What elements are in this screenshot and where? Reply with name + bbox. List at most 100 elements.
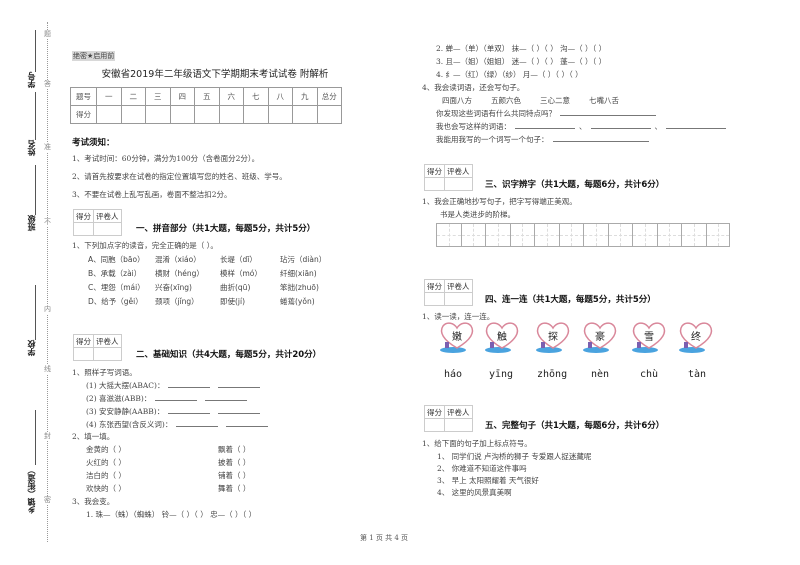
heart-character-card[interactable]: 豪 bbox=[580, 320, 620, 354]
s2-q2-right[interactable]: 铺着（ ） bbox=[218, 470, 250, 481]
grader-score-cell[interactable] bbox=[424, 177, 445, 191]
score-input-cell[interactable] bbox=[243, 105, 269, 124]
s3-question-1: 1、我会正确地抄写句子，把字写得端正美观。 bbox=[422, 197, 577, 206]
heart-character-card[interactable]: 嫩 bbox=[437, 320, 477, 354]
heart-character-card[interactable]: 终 bbox=[676, 320, 716, 354]
binding-char: 准 bbox=[43, 143, 52, 152]
score-input-cell[interactable] bbox=[120, 105, 146, 124]
score-input-cell[interactable] bbox=[169, 105, 195, 124]
answer-blank[interactable] bbox=[666, 121, 726, 129]
grader-score-cell[interactable] bbox=[424, 418, 445, 432]
grader-name-cell[interactable] bbox=[93, 222, 122, 236]
grader-score-cell[interactable] bbox=[424, 292, 445, 306]
writing-grid-cell[interactable] bbox=[436, 223, 461, 247]
writing-grid[interactable] bbox=[436, 223, 730, 247]
grader-name-cell[interactable] bbox=[444, 292, 473, 306]
answer-blank[interactable] bbox=[205, 393, 248, 401]
score-input-cell[interactable] bbox=[145, 105, 171, 124]
s1-option-d3: 即使(jí) bbox=[220, 297, 246, 306]
secret-mark: 绝密★启用前 bbox=[72, 51, 116, 61]
pinyin-option[interactable]: nèn bbox=[591, 369, 609, 380]
score-input-cell[interactable] bbox=[316, 105, 342, 124]
score-input-cell[interactable] bbox=[218, 105, 244, 124]
s2-q2-left[interactable]: 洁白的（ ） bbox=[86, 470, 126, 481]
notice-item: 3、不要在试卷上乱写乱画，卷面不整洁扣2分。 bbox=[72, 190, 232, 199]
grader-name-cell[interactable] bbox=[444, 418, 473, 432]
s2-q3-line[interactable]: 2. 蝉—（单）（单双） 抹—（ ）（ ） 沟—（ ）（ ） bbox=[436, 43, 606, 54]
s1-option-b4: 纤细(xiān) bbox=[280, 269, 317, 278]
s2-q2-right[interactable]: 飘着（ ） bbox=[218, 444, 250, 455]
s5-item: 4、 这里的风景真美啊 bbox=[437, 488, 512, 497]
s1-question-1: 1、下列加点字的读音，完全正确的是（ ）。 bbox=[72, 241, 218, 250]
s2-q1-item: (4) 东张西望(含反义词)： bbox=[86, 419, 272, 430]
answer-blank[interactable] bbox=[226, 419, 269, 427]
writing-grid-cell[interactable] bbox=[681, 223, 706, 247]
answer-blank[interactable] bbox=[515, 121, 575, 129]
s2-q2-left[interactable]: 金黄的（ ） bbox=[86, 444, 126, 455]
score-table-cell: 题号 bbox=[70, 87, 97, 106]
pinyin-option[interactable]: tàn bbox=[688, 369, 706, 380]
s2-q3-line[interactable]: 3. 且—（姐）（姐姐） 迷—（ ）（ ） 蓬—（ ）（ ） bbox=[436, 56, 606, 67]
writing-grid-cell[interactable] bbox=[632, 223, 657, 247]
answer-blank[interactable] bbox=[218, 380, 261, 388]
writing-grid-cell[interactable] bbox=[607, 223, 632, 247]
grader-name-cell[interactable] bbox=[444, 177, 473, 191]
s2-q2-right[interactable]: 披着（ ） bbox=[218, 457, 250, 468]
s2-q3-line[interactable]: 4. 纟—（红）（绿）（纱） 月—（ ）（ ）（ ） bbox=[436, 69, 583, 80]
writing-grid-cell[interactable] bbox=[583, 223, 608, 247]
writing-grid-cell[interactable] bbox=[534, 223, 559, 247]
pinyin-option[interactable]: chù bbox=[640, 369, 658, 380]
writing-grid-cell[interactable] bbox=[656, 223, 681, 247]
s2-q2-right[interactable]: 舞着（ ） bbox=[218, 483, 250, 494]
score-input-cell[interactable] bbox=[194, 105, 220, 124]
grader-box: 得分 评卷人 bbox=[424, 279, 473, 306]
page-number: 第 1 页 共 4 页 bbox=[360, 534, 409, 542]
score-input-cell[interactable] bbox=[96, 105, 122, 124]
writing-grid-cell[interactable] bbox=[460, 223, 485, 247]
score-table-cell: 九 bbox=[292, 87, 318, 106]
answer-blank[interactable] bbox=[560, 108, 656, 116]
writing-grid-cell[interactable] bbox=[509, 223, 534, 247]
answer-blank[interactable] bbox=[168, 406, 211, 414]
s2-q2-left[interactable]: 欢快的（ ） bbox=[86, 483, 126, 494]
student-id-field-line[interactable] bbox=[35, 30, 36, 72]
score-table-cell: 七 bbox=[243, 87, 269, 106]
answer-blank[interactable] bbox=[155, 393, 198, 401]
class-field-line[interactable] bbox=[35, 165, 36, 215]
binding-char: 答 bbox=[43, 80, 52, 89]
township-label: 乡镇（街道） bbox=[27, 466, 36, 514]
s2-q2-left[interactable]: 火红的（ ） bbox=[86, 457, 126, 468]
s2-q4-prompt: 我也会写这样的词语：、、 bbox=[436, 121, 730, 132]
grader-name-cell[interactable] bbox=[93, 347, 122, 361]
heart-character-card[interactable]: 雪 bbox=[629, 320, 669, 354]
s2-question-3: 3、我会变。 bbox=[72, 497, 115, 506]
answer-blank[interactable] bbox=[552, 134, 649, 142]
score-input-cell[interactable] bbox=[267, 105, 293, 124]
s2-q3-line[interactable]: 1. 珠—（蛛）（蜘蛛） 铃—（ ）（ ） 忠—（ ）（ ） bbox=[86, 509, 256, 520]
pinyin-option[interactable]: háo bbox=[444, 369, 462, 380]
grader-name-label: 评卷人 bbox=[93, 334, 122, 348]
writing-grid-cell[interactable] bbox=[705, 223, 730, 247]
heart-character-card[interactable]: 探 bbox=[533, 320, 573, 354]
grader-score-cell[interactable] bbox=[73, 222, 94, 236]
score-input-cell[interactable] bbox=[292, 105, 318, 124]
grader-score-label: 得分 bbox=[424, 405, 445, 419]
writing-grid-cell[interactable] bbox=[558, 223, 583, 247]
s2-q4-word: 七嘴八舌 bbox=[589, 96, 619, 105]
binding-char: 封 bbox=[43, 432, 52, 441]
answer-blank[interactable] bbox=[176, 419, 219, 427]
answer-blank[interactable] bbox=[168, 380, 211, 388]
school-field-line[interactable] bbox=[35, 285, 36, 340]
name-field-line[interactable] bbox=[35, 92, 36, 140]
pinyin-option[interactable]: zhōng bbox=[537, 369, 567, 380]
s5-item: 1、 同学们说 卢沟桥的狮子 专爱跟人捉迷藏呢 bbox=[437, 452, 592, 461]
s5-question-1: 1、给下面的句子加上标点符号。 bbox=[422, 439, 532, 448]
pinyin-option[interactable]: yīng bbox=[489, 369, 513, 380]
writing-grid-cell[interactable] bbox=[485, 223, 510, 247]
answer-blank[interactable] bbox=[218, 406, 261, 414]
township-field-line[interactable] bbox=[35, 410, 36, 465]
heart-character-card[interactable]: 触 bbox=[482, 320, 522, 354]
section-1-heading: 一、拼音部分（共1大题，每题5分，共计5分） bbox=[136, 224, 316, 234]
answer-blank[interactable] bbox=[590, 121, 651, 129]
grader-score-cell[interactable] bbox=[73, 347, 94, 361]
